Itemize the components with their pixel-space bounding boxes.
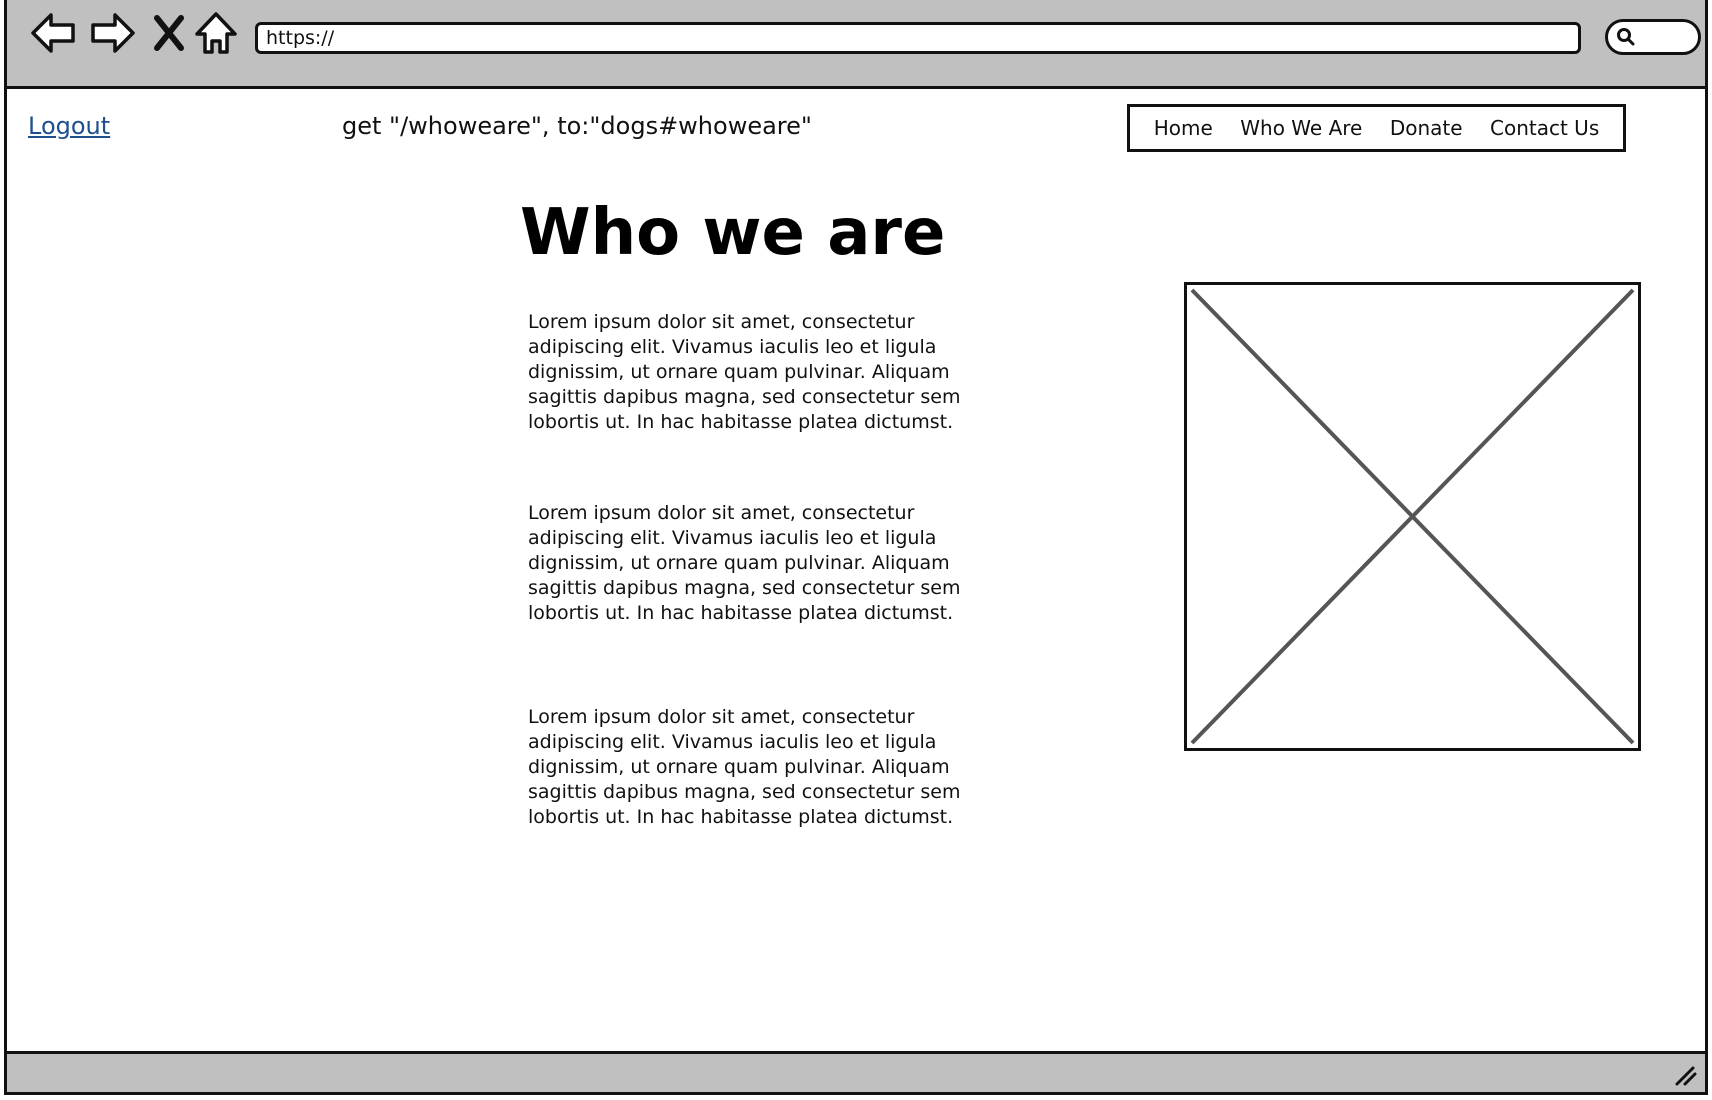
browser-toolbar: https://	[4, 0, 1708, 89]
body-paragraph-3: Lorem ipsum dolor sit amet, consectetur …	[528, 706, 961, 828]
logout-link[interactable]: Logout	[28, 112, 110, 140]
close-icon[interactable]	[147, 8, 197, 58]
page-title: Who we are	[520, 196, 946, 270]
main-nav: Home Who We Are Donate Contact Us	[1127, 104, 1626, 152]
resize-grip-icon[interactable]	[1671, 1060, 1699, 1088]
back-arrow-icon[interactable]	[29, 8, 79, 58]
body-paragraph-1: Lorem ipsum dolor sit amet, consectetur …	[528, 311, 961, 433]
forward-arrow-icon[interactable]	[87, 8, 137, 58]
browser-statusbar	[4, 1051, 1708, 1095]
url-input[interactable]: https://	[255, 22, 1581, 54]
nav-item-who-we-are[interactable]: Who We Are	[1240, 116, 1362, 140]
search-icon	[1617, 28, 1635, 46]
browser-search-field[interactable]	[1605, 19, 1701, 55]
nav-item-home[interactable]: Home	[1154, 116, 1213, 140]
nav-item-contact-us[interactable]: Contact Us	[1490, 116, 1599, 140]
body-paragraph-2: Lorem ipsum dolor sit amet, consectetur …	[528, 502, 961, 624]
home-icon[interactable]	[191, 8, 241, 58]
route-annotation: get "/whoweare", to:"dogs#whoweare"	[342, 112, 812, 140]
nav-item-donate[interactable]: Donate	[1390, 116, 1463, 140]
image-placeholder-icon	[1184, 282, 1641, 751]
